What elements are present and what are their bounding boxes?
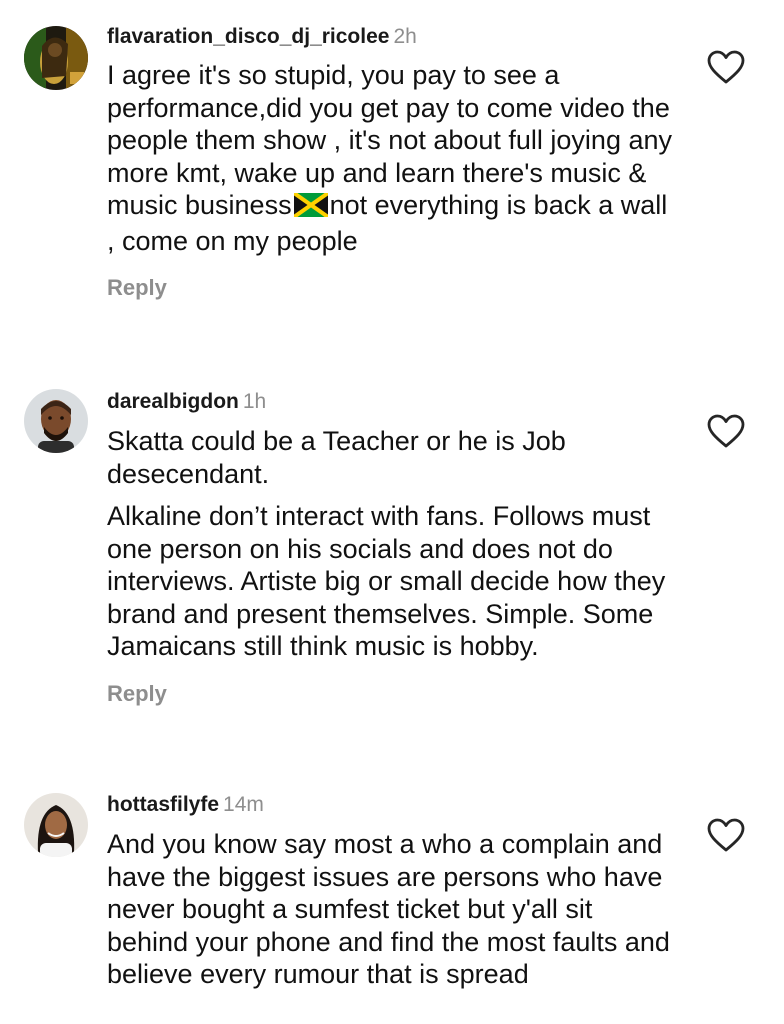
username[interactable]: hottasfilyfe <box>107 793 219 816</box>
like-heart-icon[interactable] <box>706 414 746 450</box>
like-heart-icon[interactable] <box>706 50 746 86</box>
timestamp: 14m <box>223 793 264 816</box>
comment-text: I agree it's so stupid, you pay to see a… <box>107 59 677 257</box>
jamaica-flag-icon <box>292 191 329 225</box>
timestamp: 1h <box>242 390 267 413</box>
comment-meta: flavaration_disco_dj_ricolee 2h <box>107 23 677 51</box>
man-avatar-icon[interactable] <box>24 389 88 453</box>
comment-body: hottasfilyfe 14m And you know say most a … <box>107 791 677 991</box>
like-heart-icon[interactable] <box>706 818 746 854</box>
timestamp: 2h <box>393 25 417 48</box>
comment-body: darealbigdon 1h Skatta could be a Teacher… <box>107 388 677 707</box>
username[interactable]: darealbigdon <box>107 390 239 413</box>
comment-paragraph: I agree it's so stupid, you pay to see a… <box>107 59 677 257</box>
comment-meta: hottasfilyfe 14m <box>107 791 677 819</box>
comment-paragraph: Skatta could be a Teacher or he is Job d… <box>107 426 566 489</box>
reply-button[interactable]: Reply <box>107 275 167 301</box>
woman-avatar-icon[interactable] <box>24 793 88 857</box>
comment-text: Skatta could be a Teacher or he is Job d… <box>107 425 677 663</box>
comment-paragraph: And you know say most a who a complain a… <box>107 829 670 989</box>
comment-paragraph: Alkaline don’t interact with fans. Follo… <box>107 501 666 661</box>
comment-body: flavaration_disco_dj_ricolee 2h I agree i… <box>107 23 677 301</box>
comment-meta: darealbigdon 1h <box>107 388 677 416</box>
username[interactable]: flavaration_disco_dj_ricolee <box>107 25 389 48</box>
reply-button[interactable]: Reply <box>107 681 167 707</box>
comment-text: And you know say most a who a complain a… <box>107 828 677 991</box>
rasta-avatar-icon[interactable] <box>24 26 88 90</box>
